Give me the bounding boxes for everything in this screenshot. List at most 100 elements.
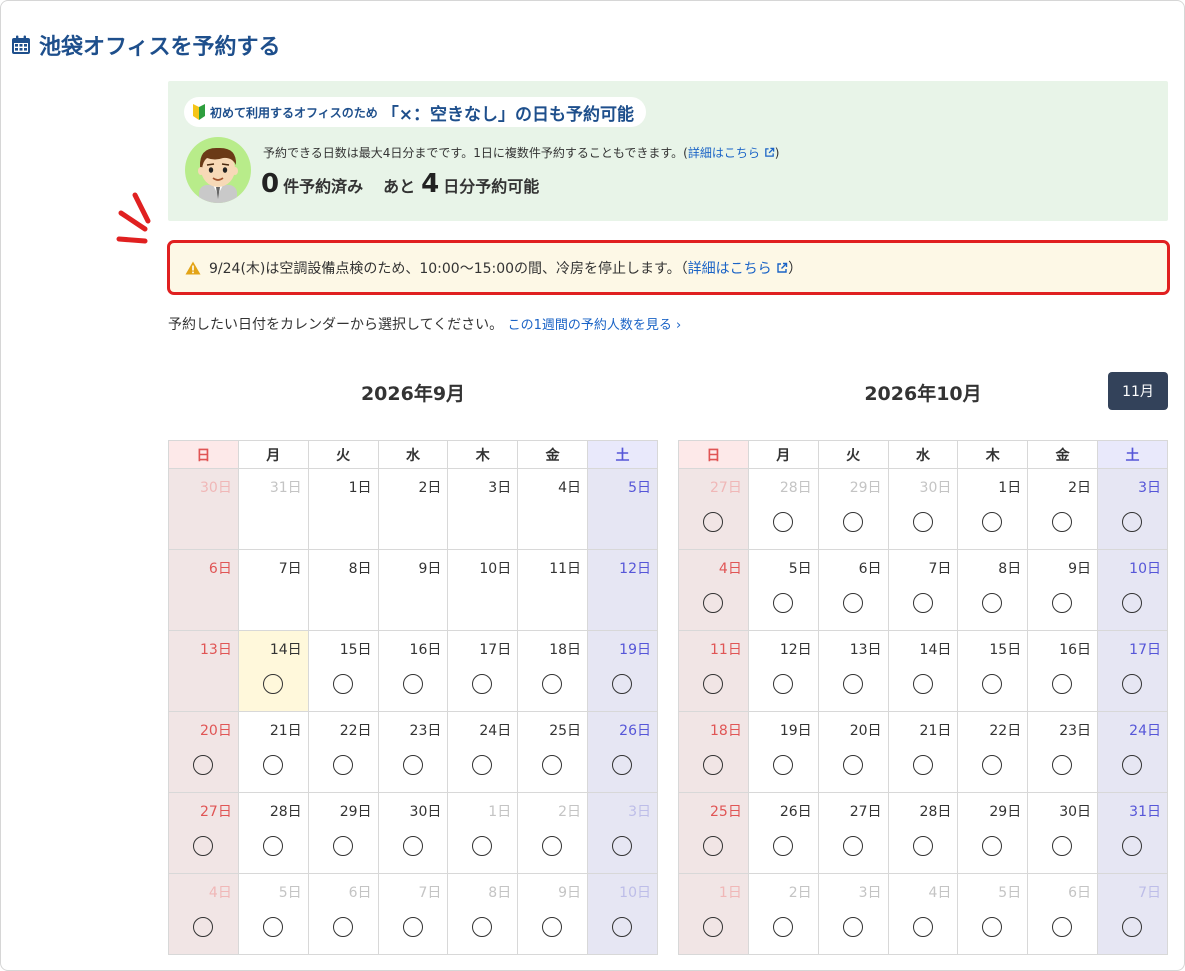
- available-circle-icon[interactable]: [262, 917, 283, 937]
- calendar-day-cell[interactable]: 28日: [747, 468, 819, 550]
- calendar-day-cell[interactable]: 28日: [237, 792, 309, 874]
- available-circle-icon[interactable]: [402, 917, 423, 937]
- available-circle-icon[interactable]: [1122, 755, 1143, 775]
- available-circle-icon[interactable]: [1052, 512, 1073, 532]
- calendar-day-cell[interactable]: 6日: [1027, 873, 1099, 955]
- available-circle-icon[interactable]: [703, 755, 723, 775]
- available-circle-icon[interactable]: [332, 836, 353, 856]
- calendar-day-cell[interactable]: 1日: [957, 468, 1029, 550]
- available-circle-icon[interactable]: [472, 755, 493, 775]
- calendar-day-cell[interactable]: 15日: [957, 630, 1029, 712]
- available-circle-icon[interactable]: [542, 917, 563, 937]
- weekly-reservations-link[interactable]: この1週間の予約人数を見る ›: [508, 318, 682, 333]
- available-circle-icon[interactable]: [703, 836, 723, 856]
- available-circle-icon[interactable]: [772, 512, 793, 532]
- calendar-day-cell[interactable]: 30日: [887, 468, 959, 550]
- available-circle-icon[interactable]: [982, 836, 1003, 856]
- calendar-day-cell[interactable]: 10日: [587, 873, 658, 955]
- available-circle-icon[interactable]: [982, 755, 1003, 775]
- calendar-day-cell[interactable]: 8日: [447, 873, 519, 955]
- calendar-day-cell[interactable]: 31日: [1097, 792, 1168, 874]
- calendar-day-cell[interactable]: 9日: [1027, 549, 1099, 631]
- available-circle-icon[interactable]: [612, 755, 633, 775]
- available-circle-icon[interactable]: [542, 674, 563, 694]
- available-circle-icon[interactable]: [772, 917, 793, 937]
- available-circle-icon[interactable]: [402, 674, 423, 694]
- calendar-day-cell[interactable]: 12日: [747, 630, 819, 712]
- available-circle-icon[interactable]: [193, 836, 213, 856]
- available-circle-icon[interactable]: [1052, 917, 1073, 937]
- calendar-day-cell[interactable]: 4日: [887, 873, 959, 955]
- calendar-day-cell[interactable]: 23日: [1027, 711, 1099, 793]
- available-circle-icon[interactable]: [472, 674, 493, 694]
- calendar-day-cell[interactable]: 29日: [817, 468, 889, 550]
- calendar-day-cell[interactable]: 5日: [747, 549, 819, 631]
- calendar-day-cell[interactable]: 16日: [377, 630, 449, 712]
- calendar-day-cell[interactable]: 5日: [957, 873, 1029, 955]
- available-circle-icon[interactable]: [1052, 593, 1073, 613]
- available-circle-icon[interactable]: [262, 674, 283, 694]
- available-circle-icon[interactable]: [1122, 512, 1143, 532]
- calendar-day-cell[interactable]: 19日: [747, 711, 819, 793]
- next-month-button[interactable]: 11月: [1108, 372, 1168, 410]
- calendar-day-cell[interactable]: 10日: [1097, 549, 1168, 631]
- available-circle-icon[interactable]: [772, 674, 793, 694]
- available-circle-icon[interactable]: [1122, 593, 1143, 613]
- calendar-day-cell[interactable]: 21日: [237, 711, 309, 793]
- calendar-day-cell[interactable]: 19日: [587, 630, 658, 712]
- calendar-day-cell[interactable]: 25日: [517, 711, 589, 793]
- calendar-day-cell[interactable]: 4日: [678, 549, 749, 631]
- calendar-day-cell[interactable]: 18日: [517, 630, 589, 712]
- calendar-day-cell[interactable]: 7日: [887, 549, 959, 631]
- calendar-day-cell[interactable]: 24日: [1097, 711, 1168, 793]
- available-circle-icon[interactable]: [612, 917, 633, 937]
- calendar-day-cell[interactable]: 27日: [678, 468, 749, 550]
- calendar-day-cell[interactable]: 7日: [1097, 873, 1168, 955]
- available-circle-icon[interactable]: [912, 755, 933, 775]
- calendar-day-cell[interactable]: 1日: [447, 792, 519, 874]
- calendar-day-cell[interactable]: 17日: [447, 630, 519, 712]
- calendar-day-cell[interactable]: 15日: [307, 630, 379, 712]
- calendar-day-cell[interactable]: 16日: [1027, 630, 1099, 712]
- available-circle-icon[interactable]: [1052, 755, 1073, 775]
- calendar-day-cell[interactable]: 30日: [377, 792, 449, 874]
- calendar-day-cell[interactable]: 5日: [237, 873, 309, 955]
- calendar-day-cell[interactable]: 6日: [817, 549, 889, 631]
- available-circle-icon[interactable]: [612, 674, 633, 694]
- calendar-day-cell[interactable]: 22日: [957, 711, 1029, 793]
- available-circle-icon[interactable]: [912, 674, 933, 694]
- calendar-day-cell[interactable]: 28日: [887, 792, 959, 874]
- calendar-day-cell[interactable]: 6日: [307, 873, 379, 955]
- available-circle-icon[interactable]: [842, 755, 863, 775]
- available-circle-icon[interactable]: [1122, 674, 1143, 694]
- available-circle-icon[interactable]: [262, 836, 283, 856]
- calendar-day-cell[interactable]: 7日: [377, 873, 449, 955]
- available-circle-icon[interactable]: [912, 917, 933, 937]
- available-circle-icon[interactable]: [332, 674, 353, 694]
- calendar-day-cell[interactable]: 4日: [168, 873, 239, 955]
- available-circle-icon[interactable]: [842, 836, 863, 856]
- calendar-day-cell[interactable]: 3日: [817, 873, 889, 955]
- available-circle-icon[interactable]: [703, 512, 723, 532]
- calendar-day-cell[interactable]: 1日: [678, 873, 749, 955]
- available-circle-icon[interactable]: [912, 836, 933, 856]
- available-circle-icon[interactable]: [1122, 836, 1143, 856]
- available-circle-icon[interactable]: [193, 755, 213, 775]
- available-circle-icon[interactable]: [842, 512, 863, 532]
- calendar-day-cell[interactable]: 13日: [817, 630, 889, 712]
- calendar-day-cell[interactable]: 25日: [678, 792, 749, 874]
- available-circle-icon[interactable]: [982, 917, 1003, 937]
- calendar-day-cell[interactable]: 9日: [517, 873, 589, 955]
- calendar-day-cell[interactable]: 23日: [377, 711, 449, 793]
- calendar-day-cell[interactable]: 27日: [168, 792, 239, 874]
- calendar-day-cell[interactable]: 21日: [887, 711, 959, 793]
- calendar-day-cell[interactable]: 2日: [1027, 468, 1099, 550]
- available-circle-icon[interactable]: [703, 593, 723, 613]
- calendar-day-cell[interactable]: 29日: [957, 792, 1029, 874]
- calendar-day-cell[interactable]: 11日: [678, 630, 749, 712]
- rule-details-link[interactable]: 詳細はこちら: [688, 146, 775, 160]
- available-circle-icon[interactable]: [332, 917, 353, 937]
- available-circle-icon[interactable]: [912, 593, 933, 613]
- calendar-day-cell[interactable]: 2日: [517, 792, 589, 874]
- available-circle-icon[interactable]: [772, 593, 793, 613]
